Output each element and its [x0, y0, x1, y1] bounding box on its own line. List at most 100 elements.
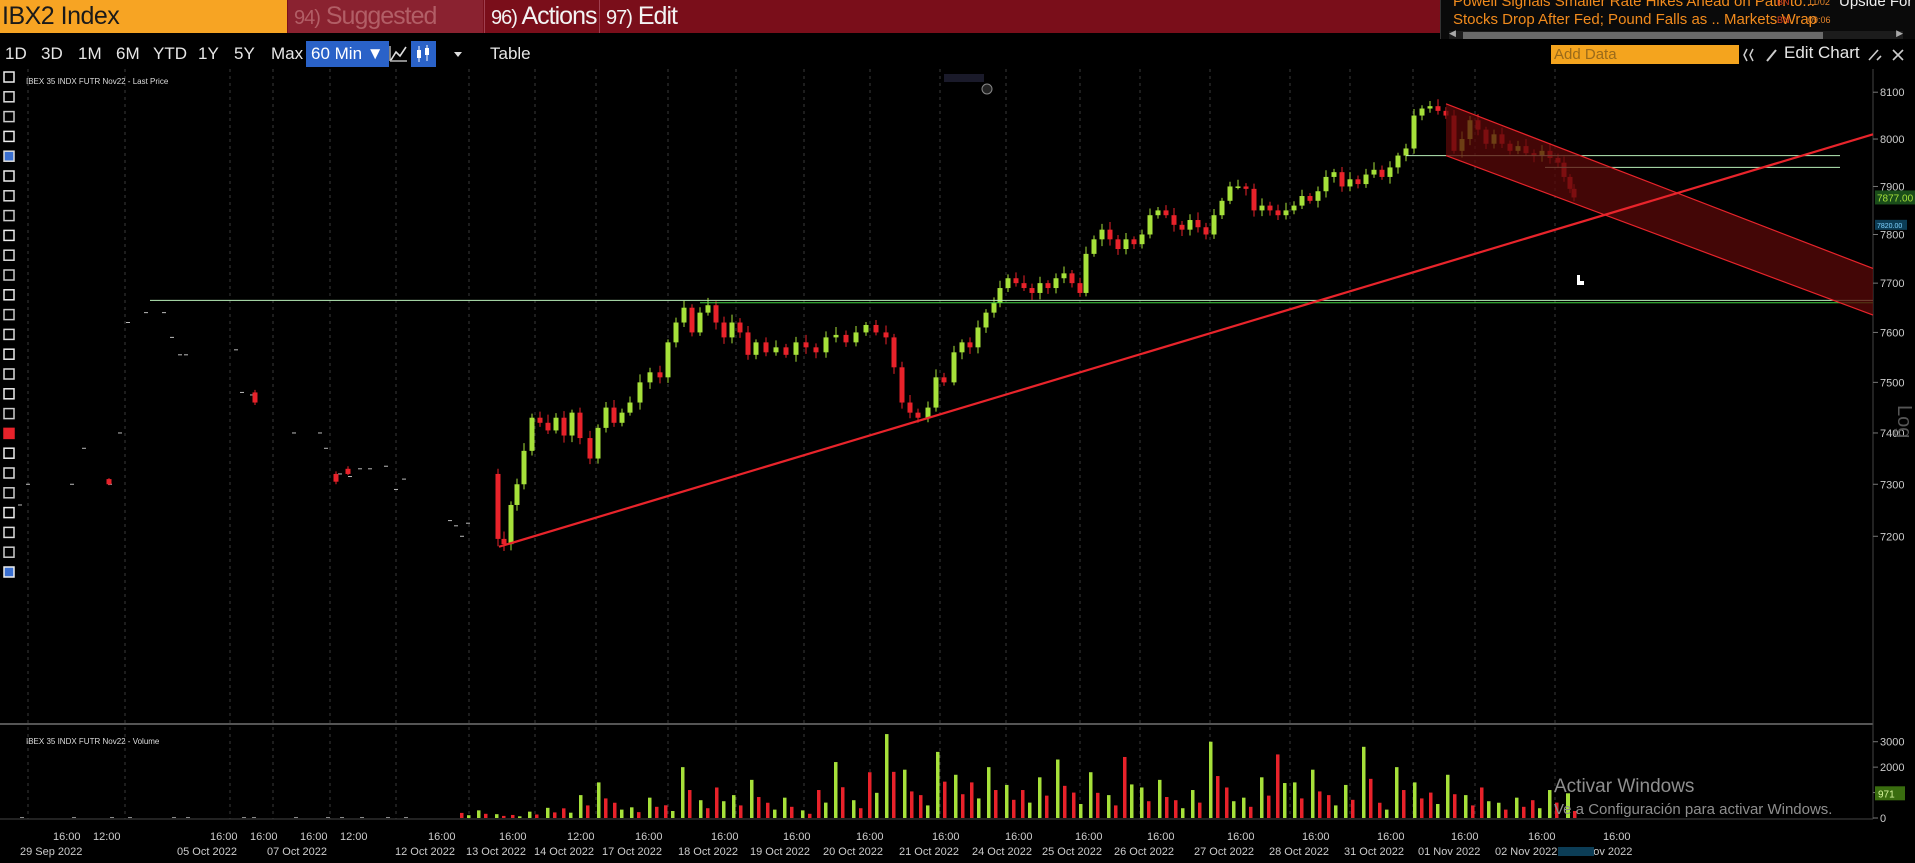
- candle-body: [1139, 234, 1145, 245]
- actions-menu-button[interactable]: 96) Actions ▼: [484, 0, 598, 58]
- volume-bar: [1283, 783, 1287, 818]
- volume-bar: [1538, 808, 1542, 818]
- volume-bar: [546, 807, 550, 818]
- interval-dropdown[interactable]: 60 Min ▼: [306, 41, 389, 67]
- candle-body: [873, 324, 879, 333]
- suggested-charts-button[interactable]: 94) Suggested Charts: [288, 0, 483, 65]
- candle-body: [508, 504, 514, 545]
- news-headline[interactable]: Stocks Drop After Fed; Pound Falls as ..…: [1453, 11, 1831, 29]
- price-chart[interactable]: 7200730074007500760077007800790080008100…: [0, 69, 1915, 863]
- volume-bar: [360, 816, 364, 818]
- x-time-label: 16:00: [250, 831, 278, 843]
- period-3d-button[interactable]: 3D: [36, 41, 68, 67]
- x-time-label: 12:00: [340, 831, 368, 843]
- candle-body: [793, 342, 799, 355]
- volume-bar: [172, 816, 176, 818]
- candle-body: [1403, 148, 1409, 156]
- volume-last-label: 971: [1878, 789, 1895, 800]
- volume-bar: [1351, 799, 1355, 818]
- volume-bar: [1522, 806, 1526, 818]
- candle-body: [1163, 210, 1169, 216]
- volume-bar: [977, 798, 981, 818]
- volume-bar: [1464, 795, 1468, 818]
- period-5y-button[interactable]: 5Y: [229, 41, 260, 67]
- period-6m-button[interactable]: 6M: [111, 41, 145, 67]
- scroll-left-icon[interactable]: ◀: [1449, 28, 1456, 39]
- volume-bar: [1181, 808, 1185, 818]
- ticker-field[interactable]: IBX2 Index: [0, 0, 287, 33]
- x-date-label: 24 Oct 2022: [972, 846, 1032, 858]
- volume-bar: [562, 808, 566, 818]
- volume-bar: [970, 782, 974, 818]
- candle-body: [333, 473, 339, 482]
- candle-body: [1387, 167, 1393, 177]
- candle-body: [1307, 196, 1313, 201]
- volume-bar: [808, 813, 812, 818]
- volume-bar: [910, 791, 914, 818]
- volume-bar: [326, 816, 330, 818]
- candle-body: [899, 367, 905, 403]
- candle-body: [883, 332, 889, 338]
- volume-bar: [1225, 787, 1229, 818]
- edit-chart-button[interactable]: Edit Chart: [1784, 43, 1860, 63]
- volume-bar: [569, 812, 573, 818]
- candle-body: [1187, 220, 1193, 230]
- candle-body: [1411, 115, 1417, 149]
- volume-bar: [766, 802, 770, 818]
- candle-body: [843, 334, 849, 343]
- volume-bar: [1453, 794, 1457, 818]
- news-extra-headline[interactable]: Upside For: [1839, 0, 1912, 10]
- volume-bar: [1402, 790, 1406, 818]
- volume-bar: [518, 816, 522, 818]
- edit-menu-button[interactable]: 97) Edit ▼: [599, 0, 685, 58]
- candle-body: [823, 337, 829, 353]
- candle-body: [1355, 179, 1361, 185]
- volume-bar: [987, 767, 991, 818]
- candle-body: [967, 342, 973, 348]
- news-headline[interactable]: Powell Signals Smaller Rate Hikes Ahead …: [1453, 0, 1830, 11]
- volume-bar: [1209, 741, 1213, 818]
- volume-bar: [110, 816, 114, 818]
- layout-icons[interactable]: [1743, 46, 1783, 64]
- scrollbar-thumb[interactable]: [1463, 32, 1823, 39]
- period-ytd-button[interactable]: YTD: [148, 41, 192, 67]
- y-tick-label: 7200: [1880, 531, 1904, 543]
- volume-bar: [1045, 795, 1049, 818]
- volume-bar: [340, 816, 344, 818]
- volume-bar: [688, 790, 692, 818]
- candle-body: [705, 305, 711, 313]
- candle-body: [1211, 215, 1217, 235]
- volume-bar: [1497, 802, 1501, 818]
- period-1m-button[interactable]: 1M: [73, 41, 107, 67]
- candle-body: [1227, 186, 1233, 201]
- uptrend-line: [498, 133, 1874, 548]
- y-tick-label: 7300: [1880, 479, 1904, 491]
- line-chart-icon[interactable]: [386, 41, 411, 67]
- candle-body: [853, 332, 859, 343]
- period-1d-button[interactable]: 1D: [0, 41, 32, 67]
- volume-bar: [579, 795, 583, 818]
- candlestick-chart-icon[interactable]: [411, 41, 436, 67]
- chart-type-dropdown-icon[interactable]: [446, 41, 471, 67]
- volume-bar: [1378, 802, 1382, 818]
- volume-bar: [528, 811, 532, 818]
- candle-body: [1091, 239, 1097, 254]
- candle-body: [983, 312, 989, 328]
- period-max-button[interactable]: Max: [266, 41, 308, 67]
- window-controls[interactable]: [1865, 46, 1913, 64]
- table-button[interactable]: Table: [485, 41, 536, 67]
- period-1y-button[interactable]: 1Y: [193, 41, 224, 67]
- volume-bar: [739, 805, 743, 818]
- mouse-cursor-icon: [1577, 275, 1584, 285]
- y-tick-label: 7700: [1880, 278, 1904, 290]
- add-data-input[interactable]: Add Data: [1551, 45, 1739, 64]
- volume-bar: [511, 814, 515, 818]
- scroll-right-icon[interactable]: ▶: [1896, 28, 1903, 39]
- volume-bar: [495, 814, 499, 818]
- volume-bar: [620, 809, 624, 818]
- candle-body: [1021, 283, 1027, 289]
- candle-body: [1339, 172, 1345, 187]
- candle-body: [1315, 191, 1321, 201]
- candle-body: [1029, 288, 1035, 293]
- volume-bar: [885, 734, 889, 818]
